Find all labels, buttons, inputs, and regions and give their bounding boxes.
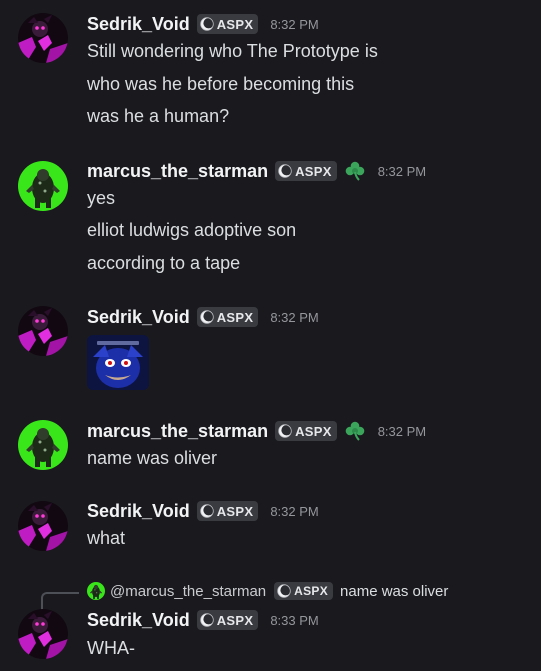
clover-icon[interactable] (344, 160, 366, 182)
message-text: what (87, 528, 126, 548)
moon-icon (200, 613, 214, 627)
avatar[interactable] (18, 501, 68, 551)
username[interactable]: marcus_the_starman (87, 161, 268, 182)
clover-icon[interactable] (344, 420, 366, 442)
reply-spine (41, 592, 79, 610)
server-tag-label: ASPX (295, 163, 332, 179)
server-tag[interactable]: ASPX (196, 610, 259, 630)
reply-username[interactable]: @marcus_the_starman (110, 583, 266, 600)
server-tag[interactable]: ASPX (275, 161, 337, 181)
message-text: name was oliver (87, 448, 218, 468)
message-header: Sedrik_Void ASPX 8:32 PM (87, 12, 319, 36)
username[interactable]: marcus_the_starman (87, 421, 268, 442)
server-tag-label: ASPX (216, 309, 254, 325)
server-tag[interactable]: ASPX (196, 14, 259, 34)
timestamp[interactable]: 8:32 PM (270, 17, 318, 32)
message-text: yes (87, 188, 116, 208)
chat-log: Sedrik_Void ASPX 8:32 PM Still wondering… (0, 0, 541, 671)
message-text: Still wondering who The Prototype is (87, 41, 378, 61)
avatar[interactable] (18, 306, 68, 356)
message-text: according to a tape (87, 253, 241, 273)
image-attachment[interactable] (87, 335, 149, 390)
server-tag-label: ASPX (294, 584, 329, 598)
timestamp[interactable]: 8:32 PM (270, 310, 318, 325)
reply-text[interactable]: name was oliver (340, 583, 448, 600)
moon-icon (200, 310, 214, 324)
server-tag-label: ASPX (216, 612, 254, 628)
message-text: WHA- (87, 638, 135, 658)
message-header: marcus_the_starman ASPX 8:32 PM (87, 419, 426, 443)
username[interactable]: Sedrik_Void (87, 501, 190, 522)
username[interactable]: Sedrik_Void (87, 307, 190, 328)
timestamp[interactable]: 8:32 PM (378, 164, 426, 179)
moon-icon (277, 584, 291, 598)
reply-preview[interactable]: @marcus_the_starman ASPX name was oliver (87, 580, 448, 602)
server-tag[interactable]: ASPX (196, 307, 259, 327)
message-text: elliot ludwigs adoptive son (87, 220, 297, 240)
avatar[interactable] (18, 13, 68, 63)
server-tag-label: ASPX (216, 503, 254, 519)
server-tag[interactable]: ASPX (274, 582, 334, 600)
server-tag-label: ASPX (216, 16, 254, 32)
message-text: who was he before becoming this (87, 74, 355, 94)
moon-icon (200, 504, 214, 518)
reply-avatar[interactable] (87, 582, 105, 600)
server-tag[interactable]: ASPX (196, 501, 259, 521)
moon-icon (278, 424, 292, 438)
avatar[interactable] (18, 609, 68, 659)
message-header: marcus_the_starman ASPX 8:32 PM (87, 159, 426, 183)
moon-icon (200, 17, 214, 31)
avatar[interactable] (18, 420, 68, 470)
moon-icon (278, 164, 292, 178)
username[interactable]: Sedrik_Void (87, 14, 190, 35)
server-tag-label: ASPX (295, 423, 332, 439)
timestamp[interactable]: 8:32 PM (270, 504, 318, 519)
message-header: Sedrik_Void ASPX 8:33 PM (87, 608, 319, 632)
timestamp[interactable]: 8:32 PM (378, 424, 426, 439)
server-tag[interactable]: ASPX (275, 421, 337, 441)
message-header: Sedrik_Void ASPX 8:32 PM (87, 499, 319, 523)
message-header: Sedrik_Void ASPX 8:32 PM (87, 305, 319, 329)
message-text: was he a human? (87, 106, 230, 126)
username[interactable]: Sedrik_Void (87, 610, 190, 631)
avatar[interactable] (18, 161, 68, 211)
timestamp[interactable]: 8:33 PM (270, 613, 318, 628)
